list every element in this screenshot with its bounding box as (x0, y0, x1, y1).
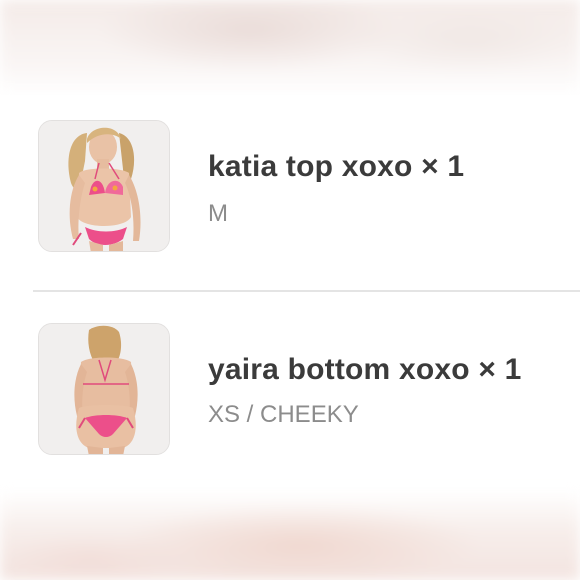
product-name: yaira bottom xoxo (208, 353, 470, 386)
order-items-card: katia top xoxo × 1 M yaira bottom xoxo ×… (0, 95, 580, 490)
product-variant: XS / CHEEKY (208, 401, 359, 428)
product-thumbnail[interactable] (38, 120, 170, 252)
screenshot-frame: katia top xoxo × 1 M yaira bottom xoxo ×… (0, 0, 580, 580)
line-item[interactable]: yaira bottom xoxo × 1 XS / CHEEKY (0, 323, 580, 483)
product-quantity: × 1 (421, 150, 465, 183)
blurred-background-bottom (0, 490, 580, 580)
product-title: yaira bottom xoxo × 1 (208, 353, 521, 387)
product-quantity: × 1 (478, 353, 522, 386)
product-name: katia top xoxo (208, 150, 413, 183)
line-item[interactable]: katia top xoxo × 1 M (0, 120, 580, 280)
blurred-background-top (0, 0, 580, 95)
product-variant: M (208, 200, 228, 227)
product-title: katia top xoxo × 1 (208, 150, 464, 184)
product-thumbnail[interactable] (38, 323, 170, 455)
item-divider (33, 290, 580, 292)
product-photo-front-icon (39, 121, 169, 251)
product-photo-back-icon (39, 324, 169, 454)
